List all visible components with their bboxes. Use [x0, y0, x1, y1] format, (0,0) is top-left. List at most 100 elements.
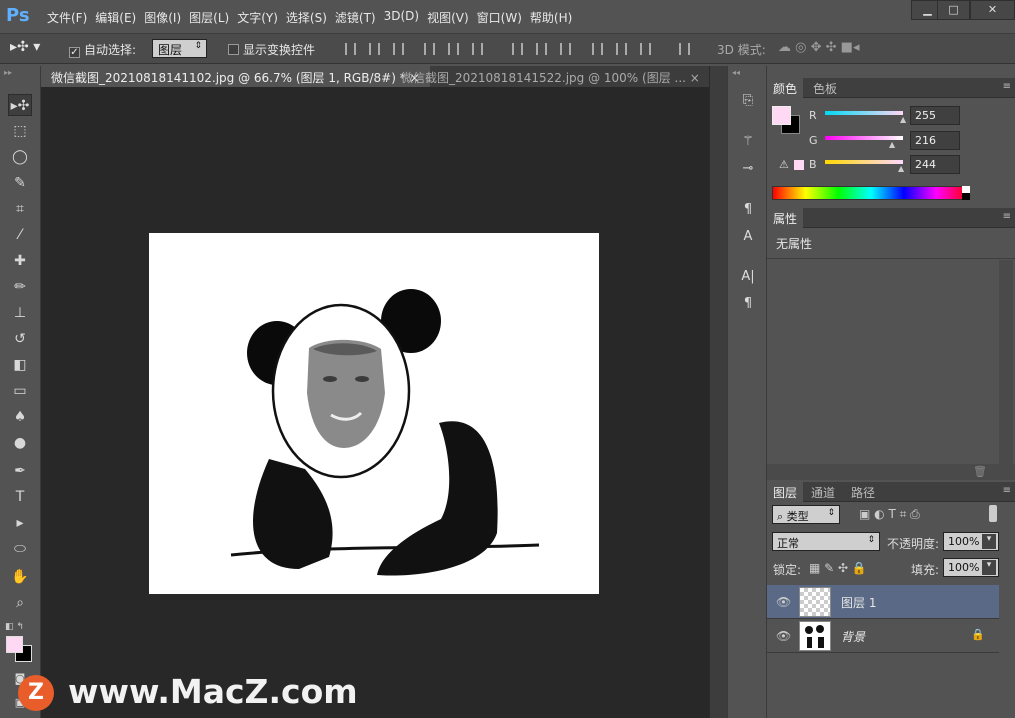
- lock-icons[interactable]: ▦ ✎ ✣ 🔒: [809, 561, 867, 575]
- green-value-field[interactable]: 216: [910, 131, 960, 150]
- close-tab-icon[interactable]: ×: [690, 71, 700, 85]
- hand-tool-icon[interactable]: ✋: [8, 566, 32, 588]
- align-right-icon[interactable]: [472, 43, 483, 55]
- blur-tool-icon[interactable]: ♠: [8, 406, 32, 428]
- blue-slider[interactable]: [825, 160, 903, 164]
- panel-menu-icon[interactable]: ≡: [1003, 485, 1011, 496]
- collapse-icon[interactable]: ▸▸: [4, 68, 12, 77]
- distribute-vcenter-icon[interactable]: [536, 43, 547, 55]
- menu-layer[interactable]: 图层(L): [189, 9, 237, 26]
- zoom-tool-icon[interactable]: ⌕: [8, 592, 32, 614]
- tab-paths[interactable]: 路径: [845, 482, 881, 502]
- layer-row-layer1[interactable]: 👁 图层 1: [767, 585, 999, 619]
- show-transform-checkbox[interactable]: 显示变换控件: [228, 41, 315, 58]
- spectrum-white[interactable]: [962, 186, 970, 193]
- lasso-tool-icon[interactable]: ◯: [8, 146, 32, 168]
- quick-select-tool-icon[interactable]: ✎: [8, 172, 32, 194]
- move-tool-icon[interactable]: ▸✣: [8, 94, 32, 116]
- filter-toggle[interactable]: [989, 505, 997, 522]
- red-slider[interactable]: [825, 111, 903, 115]
- collapse-dock-icon[interactable]: ◂◂: [732, 68, 740, 77]
- spectrum-black[interactable]: [962, 193, 970, 200]
- tab-document-2[interactable]: 微信截图_20210818141522.jpg @ 100% (图层 ... ×: [391, 66, 710, 87]
- gradient-tool-icon[interactable]: ▭: [8, 380, 32, 402]
- tab-color[interactable]: 颜色: [767, 78, 804, 98]
- menu-image[interactable]: 图像(I): [144, 9, 189, 26]
- eye-icon[interactable]: 👁: [776, 629, 791, 643]
- align-hcenter-icon[interactable]: [448, 43, 459, 55]
- color-panel-foreground-swatch[interactable]: [772, 106, 791, 125]
- align-left-icon[interactable]: [424, 43, 435, 55]
- dodge-tool-icon[interactable]: ●: [8, 432, 32, 454]
- tab-swatches[interactable]: 色板: [807, 78, 843, 98]
- layer-filter-icons[interactable]: ▣ ◐ T ⌗ ⎙: [859, 507, 920, 522]
- green-slider-thumb[interactable]: ▲: [889, 140, 895, 149]
- character-style-panel-icon[interactable]: A: [737, 226, 759, 248]
- properties-scrollbar[interactable]: [999, 260, 1013, 465]
- menu-file[interactable]: 文件(F): [47, 9, 95, 26]
- shape-tool-icon[interactable]: ⬭: [8, 538, 32, 560]
- menu-view[interactable]: 视图(V): [427, 9, 477, 26]
- layer-filter-dropdown[interactable]: ⌕ 类型 ⇕: [772, 505, 840, 524]
- auto-select-dropdown[interactable]: 图层 ⇕: [152, 39, 207, 58]
- red-value-field[interactable]: 255: [910, 106, 960, 125]
- red-slider-thumb[interactable]: ▲: [900, 115, 906, 124]
- align-top-icon[interactable]: [345, 43, 356, 55]
- distribute-bottom-icon[interactable]: [560, 43, 571, 55]
- auto-align-icon[interactable]: [679, 43, 690, 55]
- canvas-area[interactable]: [41, 87, 709, 718]
- type-tool-icon[interactable]: T: [8, 486, 32, 508]
- crop-tool-icon[interactable]: ⌗: [8, 198, 32, 220]
- menu-edit[interactable]: 编辑(E): [95, 9, 144, 26]
- align-vcenter-icon[interactable]: [369, 43, 380, 55]
- path-select-tool-icon[interactable]: ▸: [8, 512, 32, 534]
- marquee-tool-icon[interactable]: ⬚: [8, 120, 32, 142]
- foreground-color-swatch[interactable]: [6, 636, 23, 653]
- layer-name[interactable]: 背景: [841, 628, 865, 645]
- layer-row-background[interactable]: 👁 背景 🔒: [767, 619, 999, 653]
- align-bottom-icon[interactable]: [393, 43, 404, 55]
- tab-properties[interactable]: 属性: [767, 208, 804, 228]
- distribute-top-icon[interactable]: [512, 43, 523, 55]
- swap-colors-icon[interactable]: ◧ ↰: [5, 622, 24, 632]
- color-spectrum-bar[interactable]: [772, 186, 970, 200]
- trash-icon[interactable]: 🗑: [973, 465, 987, 478]
- eraser-tool-icon[interactable]: ◧: [8, 354, 32, 376]
- distribute-right-icon[interactable]: [640, 43, 651, 55]
- maximize-button[interactable]: □: [937, 0, 970, 20]
- distribute-left-icon[interactable]: [592, 43, 603, 55]
- tab-document-1[interactable]: 微信截图_20210818141102.jpg @ 66.7% (图层 1, R…: [41, 66, 430, 87]
- paragraph-style-panel-icon[interactable]: ¶: [737, 199, 759, 221]
- chevron-down-icon[interactable]: ▾: [982, 534, 996, 549]
- vertical-scrollbar[interactable]: [709, 66, 727, 718]
- document-canvas[interactable]: [149, 233, 599, 594]
- fill-field[interactable]: 100% ▾: [943, 558, 999, 577]
- blue-slider-thumb[interactable]: ▲: [898, 164, 904, 173]
- menu-select[interactable]: 选择(S): [286, 9, 335, 26]
- brush-panel-icon[interactable]: ⊸: [737, 158, 759, 180]
- history-panel-icon[interactable]: ⎘: [737, 90, 759, 112]
- move-tool-preset-icon[interactable]: ▸✣ ▾: [10, 39, 40, 55]
- brush-preset-panel-icon[interactable]: ⚚: [737, 131, 759, 153]
- menu-3d[interactable]: 3D(D): [384, 9, 427, 26]
- healing-brush-tool-icon[interactable]: ✚: [8, 250, 32, 272]
- tab-layers[interactable]: 图层: [767, 482, 804, 502]
- blue-value-field[interactable]: 244: [910, 155, 960, 174]
- gamut-swatch[interactable]: [794, 160, 804, 170]
- layer-name[interactable]: 图层 1: [841, 594, 876, 611]
- chevron-down-icon[interactable]: ▾: [982, 560, 996, 575]
- history-brush-tool-icon[interactable]: ↺: [8, 328, 32, 350]
- menu-type[interactable]: 文字(Y): [237, 9, 286, 26]
- eyedropper-tool-icon[interactable]: ⁄: [8, 224, 32, 246]
- clone-stamp-tool-icon[interactable]: ⊥: [8, 302, 32, 324]
- eye-icon[interactable]: 👁: [776, 595, 791, 609]
- brush-tool-icon[interactable]: ✏: [8, 276, 32, 298]
- tab-channels[interactable]: 通道: [805, 482, 841, 502]
- character-panel-icon[interactable]: A|: [737, 266, 759, 288]
- menu-filter[interactable]: 滤镜(T): [335, 9, 384, 26]
- panel-menu-icon[interactable]: ≡: [1003, 211, 1011, 222]
- panel-menu-icon[interactable]: ≡: [1003, 81, 1011, 92]
- menu-help[interactable]: 帮助(H): [530, 9, 580, 26]
- close-window-button[interactable]: ✕: [970, 0, 1015, 20]
- paragraph-panel-icon[interactable]: ¶: [737, 293, 759, 315]
